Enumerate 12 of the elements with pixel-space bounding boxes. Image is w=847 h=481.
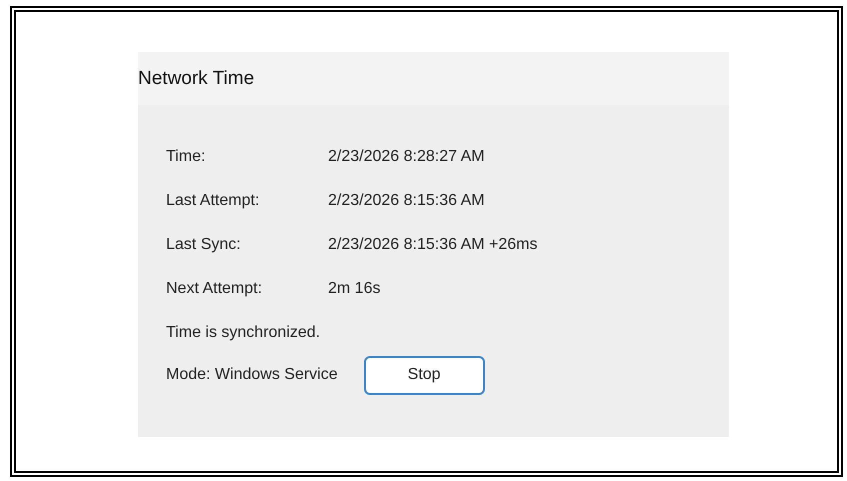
field-label: Last Attempt: — [166, 192, 260, 210]
field-value: 2/23/2026 8:15:36 AM — [328, 192, 485, 210]
field-label: Next Attempt: — [166, 280, 264, 298]
stop-button[interactable]: Stop — [364, 356, 485, 394]
field-value: 2m 16s — [328, 280, 380, 298]
field-label: Time: — [166, 148, 206, 166]
mode-text: Mode: Windows Service — [166, 366, 338, 384]
panel-title: Network Time — [138, 68, 254, 90]
field-value: 2/23/2026 8:15:36 AM +26ms — [328, 236, 538, 254]
field-value: 2/23/2026 8:28:27 AM — [328, 148, 485, 166]
status-text: Time is synchronized. — [166, 324, 320, 342]
field-label: Last Sync: — [166, 236, 242, 254]
